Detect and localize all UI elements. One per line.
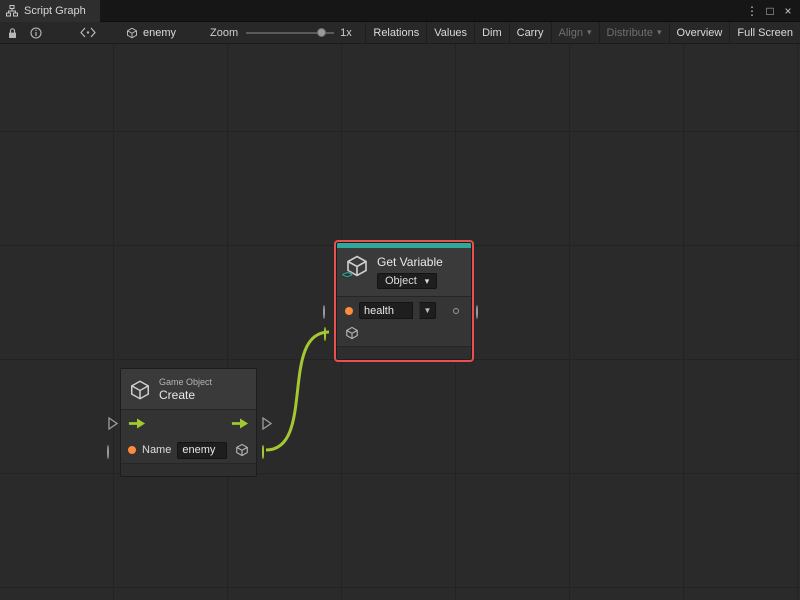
- chevron-down-icon: ▾: [587, 28, 592, 37]
- full-screen-button[interactable]: Full Screen: [729, 22, 800, 44]
- string-port-dot: [128, 446, 136, 454]
- overview-button[interactable]: Overview: [669, 22, 730, 44]
- name-input-port[interactable]: [107, 446, 109, 458]
- graph-cube-icon: [126, 27, 138, 39]
- title-bar: Script Graph ⋮ □ ×: [0, 0, 800, 22]
- create-header[interactable]: Game Object Create: [121, 369, 256, 409]
- value-output-port[interactable]: [476, 306, 478, 318]
- variable-scope-dropdown[interactable]: Object ▾: [377, 273, 437, 289]
- node-category: Game Object: [159, 377, 212, 387]
- lock-icon[interactable]: [0, 22, 24, 44]
- name-input-port[interactable]: [323, 306, 325, 318]
- window-close-icon[interactable]: ×: [780, 2, 796, 20]
- node-create[interactable]: Game Object Create Name: [120, 368, 257, 477]
- distribute-button[interactable]: Distribute▾: [599, 22, 669, 44]
- toolbar-buttons: Relations Values Dim Carry Align▾ Distri…: [365, 22, 800, 44]
- output-type-dot: [453, 308, 459, 314]
- string-port-dot: [345, 307, 353, 315]
- node-title: Create: [159, 388, 212, 402]
- param-label: Name: [142, 444, 171, 456]
- tab-title: Script Graph: [24, 5, 86, 17]
- gameobject-output-icon: [235, 443, 249, 457]
- script-graph-icon: [6, 5, 18, 17]
- node-get-variable[interactable]: <> Get Variable Object ▾ ▼: [336, 242, 472, 360]
- name-input[interactable]: [177, 442, 227, 459]
- chevron-down-icon: ▾: [425, 277, 430, 286]
- unity-script-graph-window: { "window": { "tab": "Script Graph" }, "…: [0, 0, 800, 600]
- node-title: Get Variable: [377, 255, 443, 269]
- zoom-slider[interactable]: [246, 22, 334, 44]
- window-maximize-icon[interactable]: □: [762, 2, 778, 20]
- flow-out-arrow-icon: [231, 418, 249, 429]
- node-footer: [121, 463, 256, 476]
- variable-name-input[interactable]: [359, 302, 413, 319]
- window-controls: ⋮ □ ×: [744, 0, 796, 22]
- graph-name: enemy: [143, 27, 176, 39]
- gameobject-cube-icon: [129, 379, 151, 401]
- tab-script-graph[interactable]: Script Graph: [0, 0, 100, 22]
- variable-name-row: ▼: [337, 297, 471, 324]
- get-variable-header[interactable]: <> Get Variable Object ▾: [337, 248, 471, 296]
- flow-output-port[interactable]: [262, 417, 272, 430]
- values-button[interactable]: Values: [426, 22, 474, 44]
- zoom-label: Zoom: [210, 27, 238, 39]
- flow-in-arrow-icon: [128, 418, 146, 429]
- connection-wire: [266, 332, 329, 450]
- gameobject-output-port[interactable]: [262, 446, 264, 458]
- dim-button[interactable]: Dim: [474, 22, 509, 44]
- variable-cube-icon: <>: [345, 254, 369, 278]
- relations-button[interactable]: Relations: [365, 22, 426, 44]
- chevron-down-icon: ▾: [657, 28, 662, 37]
- code-view-icon[interactable]: [76, 22, 100, 44]
- flow-row: [121, 410, 256, 437]
- target-input-port[interactable]: [324, 328, 326, 340]
- graph-canvas[interactable]: <> Get Variable Object ▾ ▼: [0, 44, 800, 600]
- graph-toolbar: enemy Zoom 1x Relations Values Dim Carry…: [0, 22, 800, 44]
- variable-name-dropdown-button[interactable]: ▼: [419, 302, 436, 319]
- zoom-slider-handle[interactable]: [317, 28, 326, 37]
- target-row: [337, 324, 471, 346]
- code-badge-icon: <>: [342, 270, 352, 281]
- info-icon[interactable]: [24, 22, 48, 44]
- align-button[interactable]: Align▾: [551, 22, 599, 44]
- carry-button[interactable]: Carry: [509, 22, 551, 44]
- flow-input-port[interactable]: [108, 417, 118, 430]
- scope-value: Object: [385, 275, 417, 287]
- zoom-value: 1x: [340, 27, 352, 39]
- graph-breadcrumb[interactable]: enemy: [126, 27, 176, 39]
- name-row: Name: [121, 437, 256, 463]
- window-menu-icon[interactable]: ⋮: [744, 2, 760, 20]
- gameobject-port-icon: [345, 326, 359, 340]
- node-footer: [337, 346, 471, 359]
